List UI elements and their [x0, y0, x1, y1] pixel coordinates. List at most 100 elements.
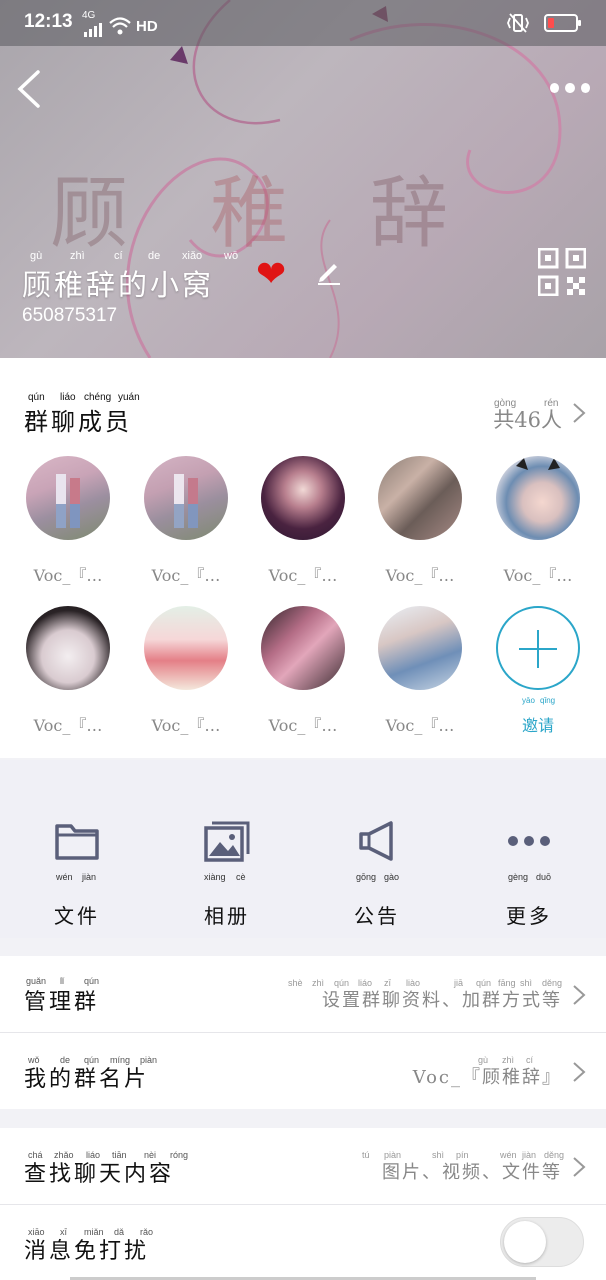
members-title: 群聊成员 [24, 408, 132, 436]
pinyin: zhì [70, 250, 85, 262]
tool-label: 公告 [354, 904, 400, 928]
manage-group-row[interactable]: guǎn lǐ qún 管理群 shè zhì qún liáo zī liào… [0, 956, 606, 1032]
pinyin: jiàn [82, 872, 97, 882]
chevron-right-icon [573, 1062, 586, 1082]
chevron-right-icon [573, 985, 586, 1005]
album-icon [204, 821, 250, 862]
tools-section: wén jiàn 文件 xiàng cè 相册 gōng gào 公告 gèng duō… [0, 760, 606, 938]
member-item[interactable]: Voc_『… [488, 456, 588, 586]
qr-code-icon [537, 247, 587, 297]
my-group-card-row[interactable]: wǒ de qún míng piàn 我的群名片 gù zhì cí Voc_… [0, 1033, 606, 1109]
network-type: 4G [82, 10, 96, 21]
invite-button[interactable]: yāo qǐng 邀请 [488, 606, 588, 736]
avatar [144, 606, 228, 690]
chevron-right-icon [573, 403, 586, 423]
dot-icon [550, 83, 560, 93]
svg-text:稚: 稚 [210, 169, 288, 259]
qr-code-button[interactable] [537, 247, 587, 297]
member-name: Voc_『… [151, 566, 221, 585]
svg-text:辞: 辞 [370, 169, 448, 259]
dot-icon [565, 83, 575, 93]
more-dots-icon [508, 836, 550, 846]
vibrate-icon [507, 13, 529, 33]
member-name: Voc_『… [385, 566, 455, 585]
avatar [378, 456, 462, 540]
more-options-button[interactable] [550, 78, 590, 98]
dot-icon [580, 83, 590, 93]
member-item[interactable]: Voc_『… [370, 456, 470, 586]
member-count-link[interactable]: 共46人 [493, 404, 562, 434]
avatar [144, 456, 228, 540]
avatar [26, 456, 110, 540]
pinyin: cí [114, 250, 123, 262]
row-label: 查找聊天内容 [24, 1162, 175, 1187]
member-item[interactable]: Voc_『… [18, 456, 118, 586]
back-button[interactable] [12, 68, 46, 110]
member-name: Voc_『… [385, 716, 455, 735]
member-item[interactable]: Voc_『… [253, 606, 353, 736]
pinyin: duō [536, 872, 552, 882]
member-item[interactable]: Voc_『… [370, 606, 470, 736]
pencil-icon [318, 264, 340, 285]
wifi-icon [109, 17, 131, 35]
row-label: 管理群 [24, 990, 100, 1015]
status-bar: 12:13 4G HD [0, 0, 606, 46]
status-time: 12:13 [24, 11, 73, 32]
row-value: Voc_『顾稚辞』 [412, 1067, 562, 1088]
pinyin: gèng [508, 872, 529, 882]
member-name: Voc_『… [268, 716, 338, 735]
pinyin: xiàng [204, 872, 226, 882]
pinyin: cè [236, 872, 246, 882]
mute-toggle[interactable] [500, 1217, 584, 1267]
plus-icon [496, 606, 580, 690]
folder-icon [55, 824, 99, 860]
member-name: Voc_『… [151, 716, 221, 735]
pinyin: yāo [522, 696, 535, 705]
member-name: Voc_『… [33, 566, 103, 585]
member-name: Voc_『… [268, 566, 338, 585]
search-chat-row[interactable]: chá zhǎo liáo tiān nèi róng 查找聊天内容 tú pi… [0, 1128, 606, 1204]
tool-label: 更多 [506, 904, 552, 928]
group-header: 顾 稚 辞 12:13 4G HD gù zhì cí de xiǎo wō 顾… [0, 0, 606, 358]
avatar [378, 606, 462, 690]
chevron-right-icon [573, 1157, 586, 1177]
row-label: 我的群名片 [24, 1067, 150, 1092]
pinyin: de [148, 250, 161, 262]
pinyin: wén [56, 872, 73, 882]
pinyin: qǐng [540, 696, 556, 705]
group-id: 650875317 [22, 305, 118, 326]
svg-text:顾: 顾 [50, 169, 128, 259]
heart-icon: ❤ [256, 254, 287, 295]
hd-badge: HD [136, 18, 158, 35]
pinyin: shè [288, 978, 303, 988]
battery-icon [544, 14, 581, 32]
pinyin: xiǎo [182, 250, 203, 262]
tool-label: 文件 [54, 904, 100, 928]
member-item[interactable]: Voc_『… [18, 606, 118, 736]
member-name: Voc_『… [503, 566, 573, 585]
chevron-left-icon [17, 70, 40, 108]
edit-name-button[interactable] [314, 256, 344, 286]
signal-icon [84, 23, 102, 37]
row-value: 图片、视频、文件等 [382, 1162, 562, 1183]
member-name: Voc_『… [33, 716, 103, 735]
members-section: qún liáo chéng yuán 群聊成员 gòng rén 共46人 V… [0, 358, 606, 758]
toggle-knob [504, 1221, 546, 1263]
member-item[interactable]: Voc_『… [136, 606, 236, 736]
pinyin: tú [362, 1150, 370, 1160]
member-item[interactable]: Voc_『… [136, 456, 236, 586]
album-button[interactable]: xiàng cè 相册 [172, 816, 282, 929]
avatar [261, 456, 345, 540]
files-button[interactable]: wén jiàn 文件 [22, 816, 132, 929]
invite-label: 邀请 [521, 716, 554, 735]
pinyin: gù [30, 250, 43, 262]
megaphone-icon [359, 821, 393, 861]
mute-notifications-row: xiāo xī miǎn dǎ rǎo 消息免打扰 [0, 1205, 606, 1280]
more-tools-button[interactable]: gèng duō 更多 [474, 816, 584, 929]
pinyin: gōng [356, 872, 377, 882]
announcement-button[interactable]: gōng gào 公告 [322, 816, 432, 929]
avatar [26, 606, 110, 690]
tool-label: 相册 [204, 904, 250, 928]
row-value: 设置群聊资料、加群方式等 [322, 990, 562, 1011]
member-item[interactable]: Voc_『… [253, 456, 353, 586]
